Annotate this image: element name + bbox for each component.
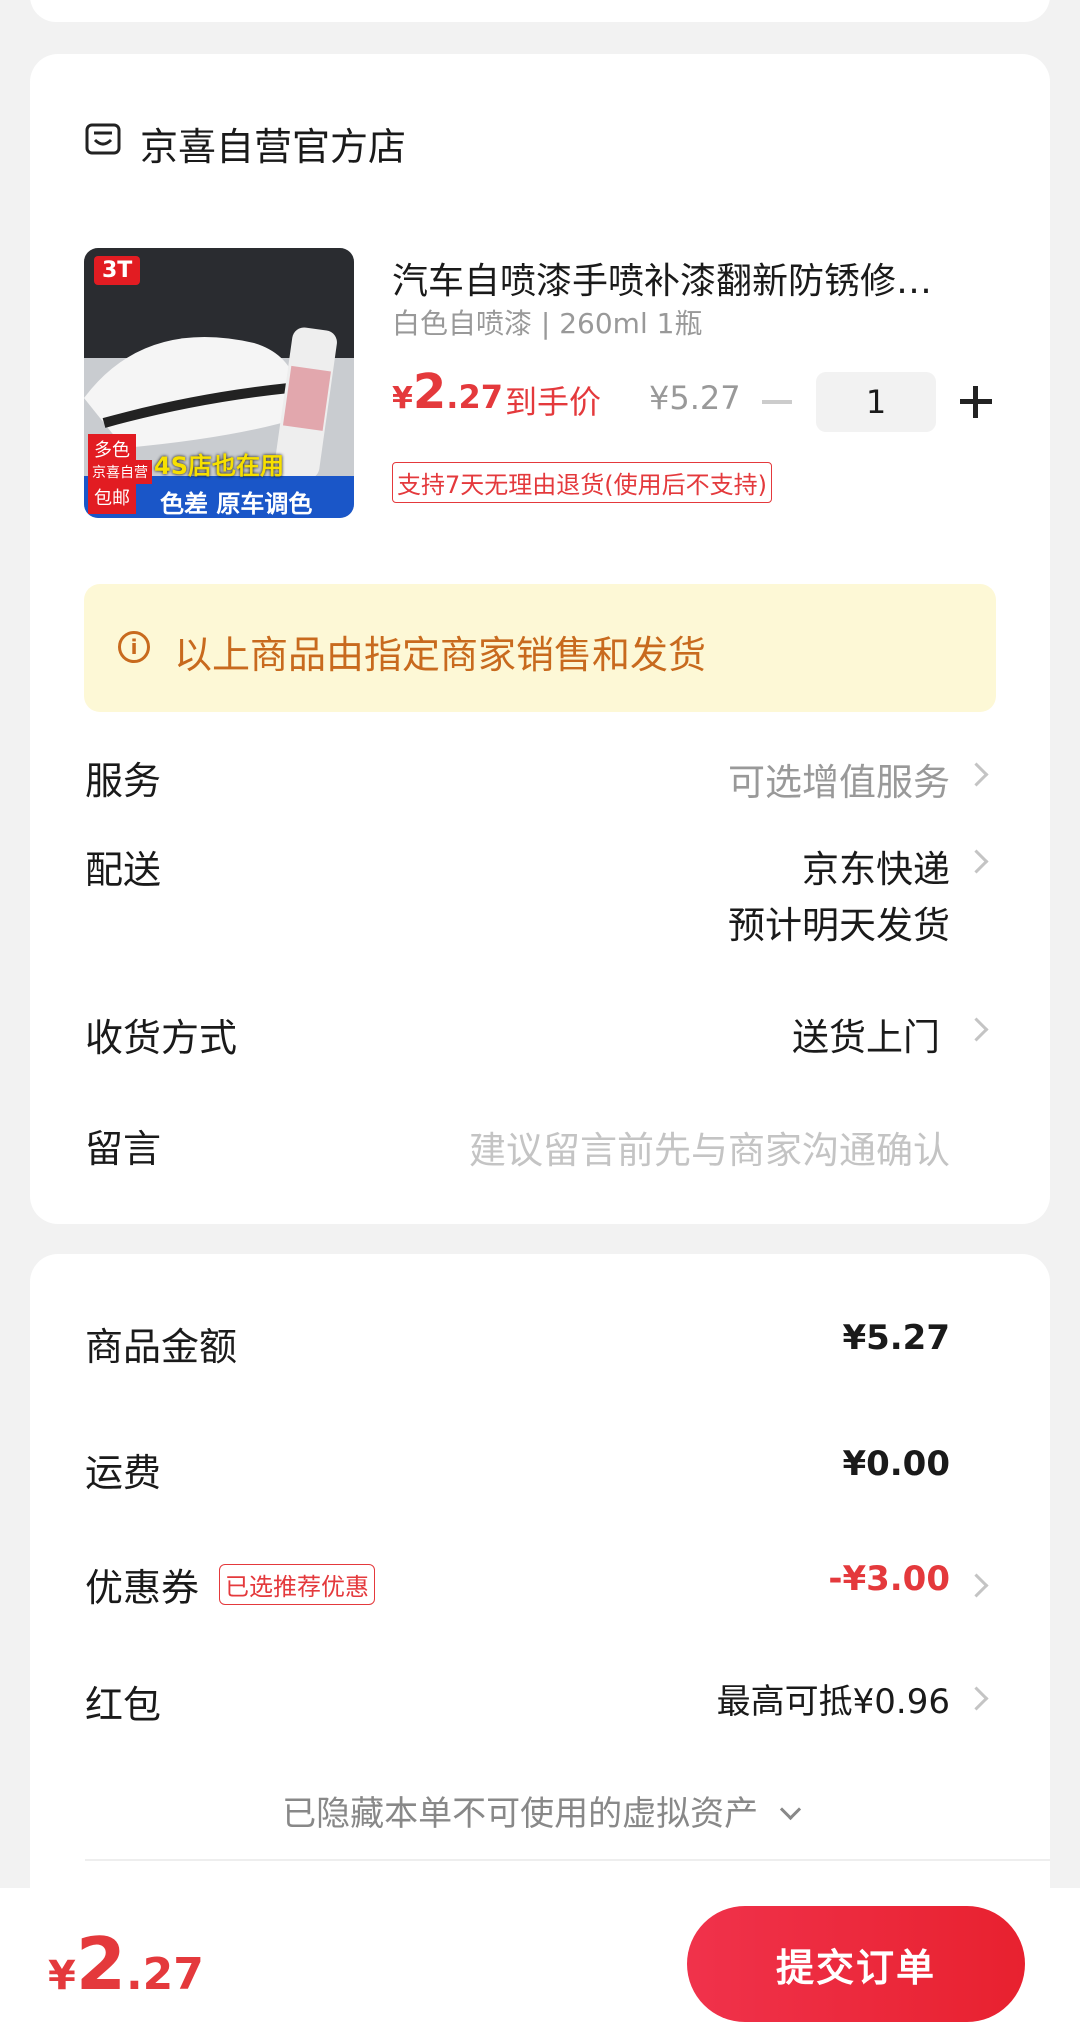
service-value[interactable]: 可选增值服务 [728,752,950,806]
receive-chevron-icon[interactable] [964,1017,989,1042]
price-integer: 2 [412,364,447,420]
shipping-fee-value: ¥0.00 [842,1444,950,1484]
store-name[interactable]: 京喜自营官方店 [140,116,406,171]
submit-order-label: 提交订单 [775,1945,936,1990]
shipping-fee-label: 运费 [85,1451,162,1495]
image-caption-2: 色差 原车调色 [160,490,313,518]
message-label: 留言 [85,1127,162,1171]
seller-notice: i 以上商品由指定商家销售和发货 [84,584,996,712]
original-price: ¥5.27 [649,379,741,417]
store-icon [84,120,122,162]
total-price-decimal: .27 [125,1949,204,2000]
coupon-chevron-icon[interactable] [964,1573,989,1598]
quantity-value: 1 [865,383,887,421]
receive-method-value[interactable]: 送货上门 [792,1007,940,1061]
total-price-integer: 2 [75,1922,126,2006]
red-packet-value[interactable]: 最高可抵¥0.96 [717,1674,950,1723]
receive-method-label: 收货方式 [85,1016,238,1060]
divider [85,1859,1050,1861]
price-symbol: ¥ [392,381,413,416]
delivery-label: 配送 [85,848,162,892]
submit-order-button[interactable]: 提交订单 [687,1906,1025,2022]
product-price: ¥2.27 [392,364,503,420]
increase-button[interactable] [960,386,992,418]
goods-amount-label: 商品金额 [85,1325,238,1369]
coupon-value[interactable]: -¥3.00 [828,1559,950,1599]
price-decimal: .27 [446,378,503,416]
service-chevron-icon[interactable] [964,762,989,787]
coupon-tag: 已选推荐优惠 [219,1564,375,1605]
total-price: ¥2.27 [48,1922,204,2006]
quantity-input[interactable]: 1 [816,372,936,432]
coupon-label: 优惠券 [85,1566,200,1610]
chevron-down-icon [779,1798,802,1821]
info-icon: i [118,631,150,663]
notice-text: 以上商品由指定商家销售和发货 [174,633,707,677]
red-packet-chevron-icon[interactable] [964,1686,989,1711]
delivery-value[interactable]: 京东快递 [802,839,950,893]
image-caption-1: 4S店也在用 [154,452,284,480]
message-input[interactable]: 建议留言前先与商家沟通确认 [469,1120,950,1174]
service-label: 服务 [85,759,162,803]
brand-logo: 3T [94,256,141,285]
delivery-estimate: 预计明天发货 [728,904,950,947]
product-spec[interactable]: 白色自喷漆 | 260ml 1瓶 [392,302,702,342]
summary-card: 商品金额 ¥5.27 运费 ¥0.00 优惠券 已选推荐优惠 -¥3.00 红包… [30,1254,1050,1954]
bottom-bar: ¥2.27 提交订单 [0,1888,1080,2039]
decrease-button[interactable] [762,400,792,404]
total-price-symbol: ¥ [48,1953,76,1999]
product-title[interactable]: 汽车自喷漆手喷补漆翻新防锈修… [392,252,932,304]
return-policy-tag: 支持7天无理由退货(使用后不支持) [392,462,772,503]
order-card: 京喜自营官方店 3T 多色 京喜自营 包邮 4S店也在用 色差 原车调色 汽车自… [30,54,1050,1224]
red-packet-label: 红包 [85,1683,162,1727]
delivery-chevron-icon[interactable] [964,849,989,874]
goods-amount-value: ¥5.27 [842,1318,950,1358]
hidden-assets-toggle[interactable]: 已隐藏本单不可使用的虚拟资产 [30,1786,1050,1835]
hidden-assets-text: 已隐藏本单不可使用的虚拟资产 [282,1794,759,1834]
badge-free-ship: 包邮 [88,480,136,514]
previous-card [30,0,1050,22]
price-tag: 到手价 [505,383,602,421]
product-image[interactable]: 3T 多色 京喜自营 包邮 4S店也在用 色差 原车调色 [84,248,354,518]
